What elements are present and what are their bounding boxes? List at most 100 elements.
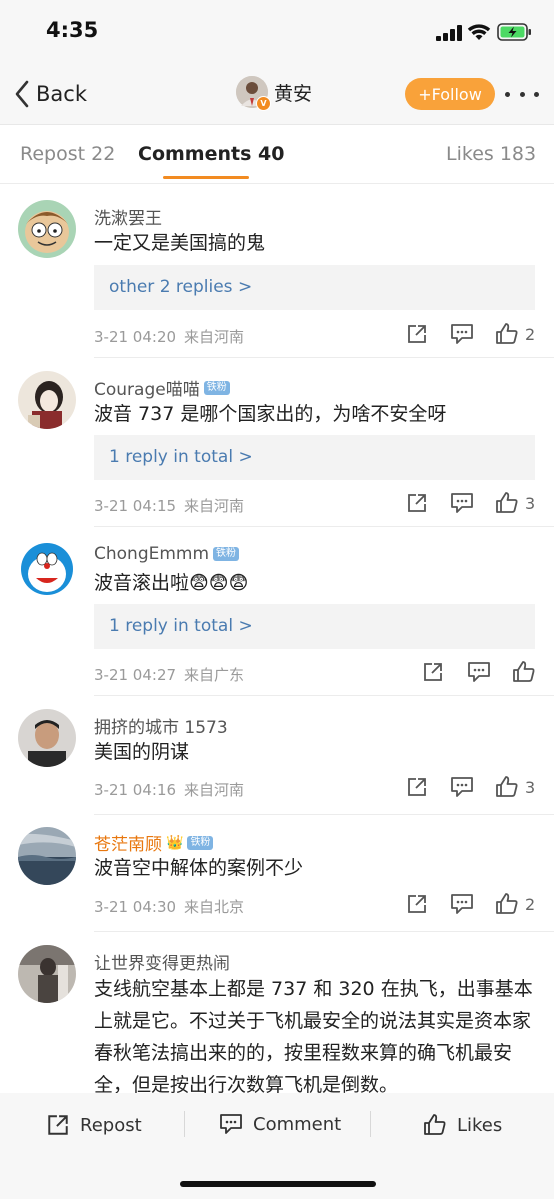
- comment-replies-link[interactable]: other 2 replies >: [94, 265, 535, 310]
- comment-avatar[interactable]: [18, 200, 76, 258]
- comment-source: 来自河南: [184, 328, 245, 346]
- photo-avatar-icon: [18, 945, 76, 1003]
- comment-text: 波音滚出啦😨😨😨: [94, 572, 249, 594]
- comment-divider: [94, 814, 554, 815]
- comment-username[interactable]: 让世界变得更热闹: [94, 949, 230, 974]
- cartoon-avatar-icon: [18, 200, 76, 258]
- comment-username[interactable]: Courage喵喵 铁粉: [94, 375, 230, 400]
- comment-avatar[interactable]: [18, 945, 76, 1003]
- share-icon: [48, 1115, 68, 1135]
- tab-comments[interactable]: Comments 40: [138, 143, 284, 165]
- comment-text: 一定又是美国搞的鬼: [94, 232, 266, 254]
- share-icon[interactable]: [406, 776, 428, 798]
- thumbs-up-icon: [496, 893, 518, 914]
- comment-time: 3-21 04:20: [94, 328, 177, 346]
- comment-like-button[interactable]: 2: [495, 892, 535, 916]
- more-options-icon[interactable]: [505, 84, 539, 104]
- comment-username[interactable]: 拥挤的城市 1573: [94, 713, 228, 738]
- tab-repost[interactable]: Repost 22: [20, 143, 115, 165]
- plus-icon: +: [418, 84, 432, 104]
- fan-badge: 铁粉: [213, 547, 240, 561]
- comment-text: 波音空中解体的案例不少: [94, 857, 304, 879]
- comment-username[interactable]: 洗漱罢王: [94, 204, 162, 229]
- nav-user[interactable]: V 黄安: [236, 76, 312, 111]
- active-tab-indicator: [163, 176, 249, 179]
- comment-source: 来自北京: [184, 898, 245, 916]
- comment-like-button[interactable]: 3: [495, 491, 535, 515]
- share-icon[interactable]: [406, 492, 428, 514]
- seascape-avatar-icon: [18, 827, 76, 885]
- share-icon[interactable]: [406, 323, 428, 345]
- comment-label: Comment: [253, 1113, 342, 1135]
- comment-avatar[interactable]: [18, 540, 76, 598]
- comment-meta: 3-21 04:15 来自河南: [94, 495, 244, 516]
- comment-icon[interactable]: [450, 893, 474, 915]
- comment-time: 3-21 04:16: [94, 781, 177, 799]
- thumbs-up-icon: [513, 661, 535, 682]
- comment-meta: 3-21 04:16 来自河南: [94, 779, 244, 800]
- status-bar: 4:35: [0, 0, 554, 64]
- like-count: 3: [525, 777, 536, 797]
- follow-label: Follow: [431, 84, 482, 104]
- comment-username[interactable]: ChongEmmm 铁粉: [94, 544, 240, 564]
- thumbs-up-icon: [424, 1114, 446, 1135]
- comment-replies-link[interactable]: 1 reply in total >: [94, 604, 535, 649]
- comment-divider: [94, 695, 554, 696]
- repost-button[interactable]: Repost: [46, 1113, 142, 1137]
- comment-like-button[interactable]: 3: [495, 775, 535, 799]
- comment-source: 来自河南: [184, 781, 245, 799]
- bottom-divider: [370, 1111, 371, 1137]
- thumbs-up-icon: [496, 323, 518, 344]
- battery-charging-icon: [497, 23, 531, 41]
- bottom-divider: [184, 1111, 185, 1137]
- comment-divider: [94, 357, 554, 358]
- home-indicator: [180, 1181, 376, 1187]
- tab-likes[interactable]: Likes 183: [446, 143, 536, 165]
- comment-text: 美国的阴谋: [94, 741, 190, 763]
- repost-label: Repost: [80, 1114, 142, 1136]
- comment-text: 支线航空基本上都是 737 和 320 在执飞，出事基本上就是它。不过关于飞机最…: [94, 978, 533, 1096]
- comment-icon[interactable]: [450, 776, 474, 798]
- status-time: 4:35: [46, 18, 99, 42]
- share-icon[interactable]: [406, 893, 428, 915]
- comment-avatar[interactable]: [18, 709, 76, 767]
- comment-replies-link[interactable]: 1 reply in total >: [94, 435, 535, 480]
- comment-like-button[interactable]: 2: [495, 322, 535, 346]
- back-label: Back: [36, 82, 87, 106]
- comment-divider: [94, 526, 554, 527]
- comment-icon: [220, 1114, 242, 1134]
- comment-divider: [94, 931, 554, 932]
- comment-icon[interactable]: [450, 323, 474, 345]
- photo-avatar-icon: [18, 709, 76, 767]
- comment-meta: 3-21 04:30 来自北京: [94, 896, 244, 917]
- thumbs-up-icon: [496, 776, 518, 797]
- comment-username[interactable]: 苍茫南顾 👑 铁粉: [94, 830, 214, 855]
- comment-like-button[interactable]: [512, 660, 542, 684]
- comment-button[interactable]: Comment: [219, 1113, 341, 1135]
- comment-time: 3-21 04:27: [94, 666, 177, 684]
- likes-button[interactable]: Likes: [423, 1113, 502, 1137]
- comment-source: 来自广东: [184, 666, 245, 684]
- cellular-signal-icon: [436, 25, 462, 41]
- comment-avatar[interactable]: [18, 371, 76, 429]
- share-icon[interactable]: [422, 661, 444, 683]
- follow-button[interactable]: + Follow: [405, 78, 495, 110]
- back-button[interactable]: Back: [14, 78, 87, 110]
- wifi-icon: [467, 24, 491, 40]
- like-count: 2: [525, 894, 536, 914]
- comment-avatar[interactable]: [18, 827, 76, 885]
- tab-bar: Repost 22 Comments 40 Likes 183: [0, 124, 554, 184]
- verified-badge-icon: V: [256, 96, 271, 111]
- nav-bar: Back V 黄安 + Follow: [0, 64, 554, 124]
- like-count: 3: [525, 493, 536, 513]
- crown-icon: 👑: [166, 834, 184, 851]
- likes-label: Likes: [457, 1114, 503, 1136]
- photo-avatar-icon: [18, 371, 76, 429]
- doraemon-avatar-icon: [18, 540, 76, 598]
- bottom-action-bar: Repost Comment Likes: [0, 1093, 554, 1199]
- comment-icon[interactable]: [450, 492, 474, 514]
- comment-text: 波音 737 是哪个国家出的，为啥不安全呀: [94, 403, 447, 425]
- fan-badge: 铁粉: [203, 380, 230, 395]
- comment-icon[interactable]: [467, 661, 491, 683]
- like-count: 2: [525, 324, 536, 344]
